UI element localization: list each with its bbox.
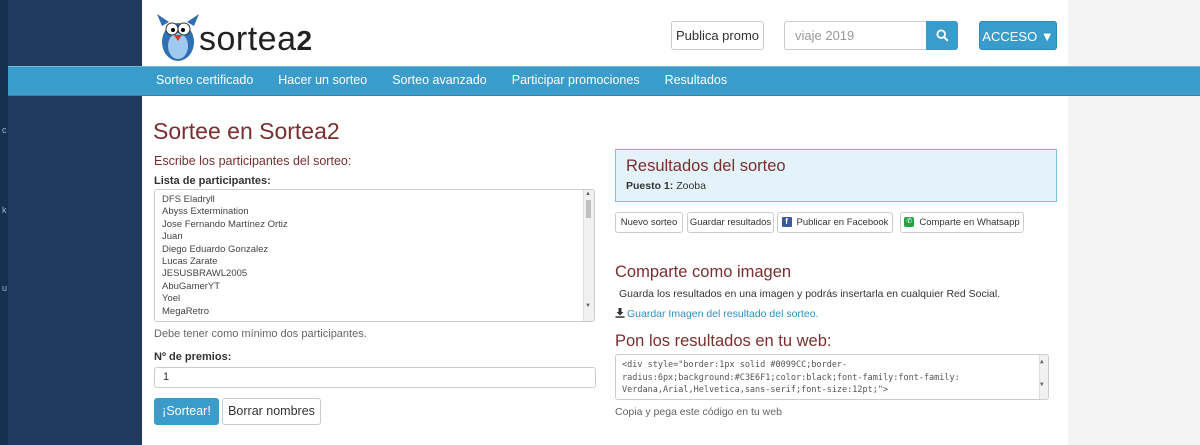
participants-subheading: Escribe los participantes del sorteo: <box>154 154 352 168</box>
results-title: Resultados del sorteo <box>626 157 786 175</box>
desktop-edge: cku <box>0 0 8 445</box>
min-participants-hint: Debe tener como mínimo dos participantes… <box>154 328 367 340</box>
whatsapp-label: Comparte en Whatsapp <box>919 217 1020 228</box>
nav-sorteo-avanzado[interactable]: Sorteo avanzado <box>392 73 487 87</box>
nav-sorteo-certificado[interactable]: Sorteo certificado <box>156 73 253 87</box>
scroll-down-icon[interactable]: ▼ <box>585 303 591 309</box>
participant-entry: AbuGamerYT <box>162 280 221 292</box>
results-panel: Resultados del sorteo Puesto 1: Zooba <box>615 149 1057 202</box>
participants-textarea[interactable]: DFS Eladryll Abyss Extermination Jose Fe… <box>154 189 595 322</box>
embed-code-hint: Copia y pega este código en tu web <box>615 406 782 418</box>
participant-entry: Lucas Zarate <box>162 256 218 268</box>
participants-list: DFS Eladryll Abyss Extermination Jose Fe… <box>155 190 594 318</box>
code-line: <div style="border:1px solid #0099CC;bor… <box>622 360 848 370</box>
nav-participar-promociones[interactable]: Participar promociones <box>512 73 640 87</box>
login-dropdown-button[interactable]: ACCESO ▼ <box>979 21 1057 50</box>
sortear-button[interactable]: ¡Sortear! <box>154 398 219 425</box>
scroll-down-icon[interactable]: ▼ <box>1040 379 1044 392</box>
facebook-icon: f <box>781 217 792 228</box>
search-button[interactable] <box>926 21 958 50</box>
participant-entry: JESUSBRAWL2005 <box>162 268 248 280</box>
code-line: Verdana,Arial,Helvetica,sans-serif;font-… <box>622 385 889 395</box>
participant-entry: Diego Eduardo Gonzalez <box>162 243 269 255</box>
whatsapp-icon: ✆ <box>904 217 915 228</box>
publish-promo-button[interactable]: Publica promo <box>671 21 764 50</box>
facebook-label: Publicar en Facebook <box>796 217 889 228</box>
winner-name: Zooba <box>676 180 706 192</box>
participant-entry: Yoel <box>162 293 181 305</box>
result-winner-line: Puesto 1: Zooba <box>626 180 1046 192</box>
nav-hacer-sorteo[interactable]: Hacer un sorteo <box>278 73 367 87</box>
search-input[interactable]: viaje 2019 <box>784 21 927 50</box>
whatsapp-share-button[interactable]: ✆ Comparte en Whatsapp <box>900 212 1024 233</box>
site-logo[interactable]: sortea2 <box>155 8 313 62</box>
page-title: Sortee en Sortea2 <box>153 118 340 144</box>
save-image-link[interactable]: Guardar Imagen del resultado del sorteo. <box>615 308 818 320</box>
prizes-label: Nº de premios: <box>154 351 232 363</box>
bird-mascot-icon <box>157 14 199 61</box>
save-results-button[interactable]: Guardar resultados <box>687 212 774 233</box>
new-draw-button[interactable]: Nuevo sorteo <box>615 212 683 233</box>
search-icon <box>935 29 949 42</box>
participant-entry: Abyss Extermination <box>162 206 249 218</box>
participant-entry: Juan <box>162 231 183 243</box>
save-image-link-label: Guardar Imagen del resultado del sorteo. <box>627 308 819 320</box>
participants-scrollbar[interactable]: ▲ ▼ <box>583 190 594 321</box>
scroll-up-icon[interactable]: ▲ <box>585 191 591 197</box>
share-image-heading: Comparte como imagen <box>615 263 792 281</box>
code-scrollbar[interactable]: ▲ ▼ <box>1039 355 1048 399</box>
download-icon <box>615 308 625 318</box>
clear-names-button[interactable]: Borrar nombres <box>222 398 321 425</box>
participant-entry: Jose Fernando Martínez Ortiz <box>162 218 288 230</box>
embed-web-heading: Pon los resultados en tu web: <box>615 332 832 350</box>
scrollbar-thumb[interactable] <box>586 200 591 218</box>
participants-label: Lista de participantes: <box>154 175 271 187</box>
embed-code-textarea[interactable]: <div style="border:1px solid #0099CC;bor… <box>615 354 1049 400</box>
scroll-up-icon[interactable]: ▲ <box>1040 356 1044 369</box>
nav-resultados[interactable]: Resultados <box>665 73 728 87</box>
code-line: radius:6px;background:#C3E6F1;color:blac… <box>622 372 960 383</box>
share-image-description: Guarda los resultados en una imagen y po… <box>619 288 1001 300</box>
facebook-share-button[interactable]: f Publicar en Facebook <box>777 212 893 233</box>
position-label: Puesto 1: <box>626 180 674 192</box>
participant-entry: DFS Eladryll <box>162 194 215 205</box>
main-nav: Sorteo certificado Hacer un sorteo Sorte… <box>156 66 752 94</box>
logo-wordmark: sortea2 <box>199 20 313 58</box>
prizes-input[interactable]: 1 <box>154 367 596 388</box>
participant-entry: MegaRetro <box>162 305 209 317</box>
